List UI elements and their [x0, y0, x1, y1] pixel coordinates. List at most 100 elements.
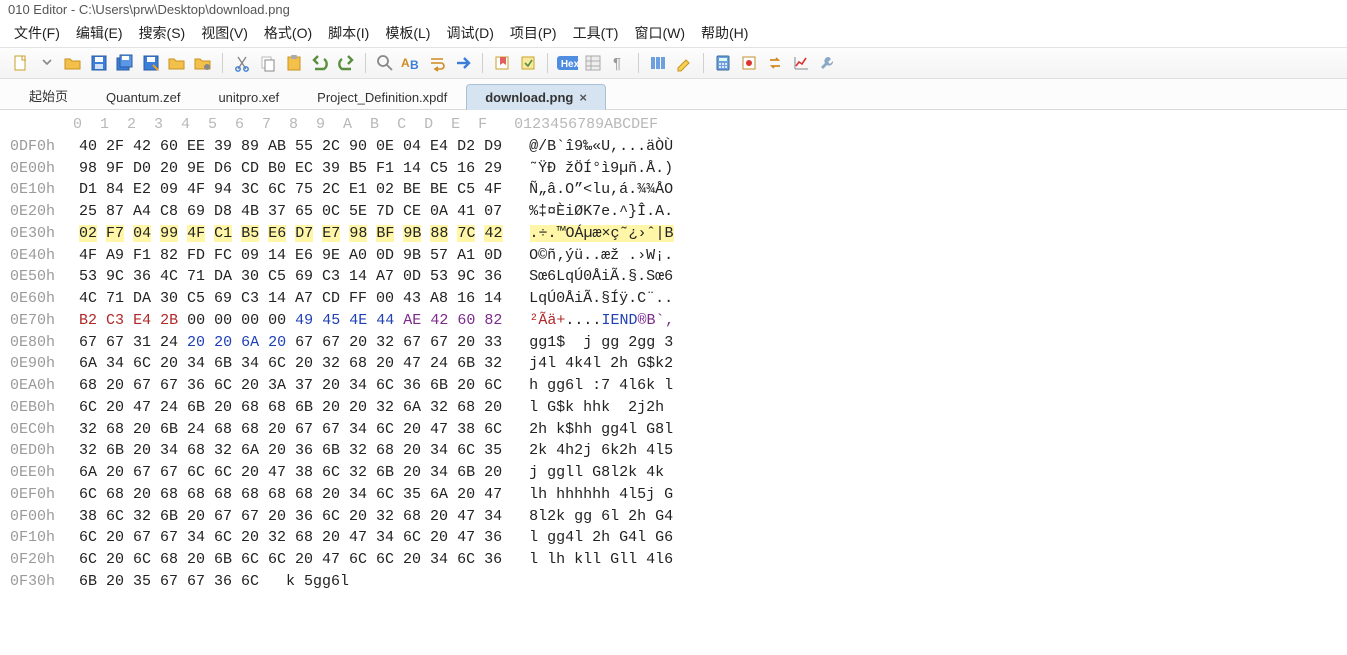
saveas-button[interactable] [140, 52, 162, 74]
tab-3[interactable]: Project_Definition.xpdf [298, 84, 466, 110]
hex-bytes[interactable]: 4F A9 F1 82 FD FC 09 14 E6 9E A0 0D 9B 5… [70, 245, 511, 267]
menu-search[interactable]: 搜索(S) [139, 23, 186, 43]
hex-ascii[interactable]: ²Ãä+....IEND®B`‚ [529, 310, 673, 332]
tab-0[interactable]: 起始页 [10, 80, 87, 110]
hex-ascii[interactable]: 8l2k gg 6l 2h G4 [529, 506, 673, 528]
hex-ascii[interactable]: lh hhhhhh 4l5j G [529, 484, 673, 506]
para-button[interactable]: ¶ [608, 52, 630, 74]
struct-button[interactable] [582, 52, 604, 74]
bookmark-button[interactable] [491, 52, 513, 74]
foldergear-button[interactable] [192, 52, 214, 74]
redo-button[interactable] [335, 52, 357, 74]
hex-ascii[interactable]: LqÚ0ÅiÃ.§Íÿ.C¨.. [529, 288, 673, 310]
findreplace-button[interactable]: AB [400, 52, 422, 74]
menu-window[interactable]: 窗口(W) [634, 23, 685, 43]
paste-button[interactable] [283, 52, 305, 74]
menu-template[interactable]: 模板(L) [385, 23, 430, 43]
tab-2[interactable]: unitpro.xef [199, 84, 298, 110]
hex-row[interactable]: 0E40h 4F A9 F1 82 FD FC 09 14 E6 9E A0 0… [10, 245, 1337, 267]
hex-row[interactable]: 0E30h 02 F7 04 99 4F C1 B5 E6 D7 E7 98 B… [10, 223, 1337, 245]
hex-bytes[interactable]: 6C 68 20 68 68 68 68 68 68 20 34 6C 35 6… [70, 484, 511, 506]
hex-row[interactable]: 0E80h 67 67 31 24 20 20 6A 20 67 67 20 3… [10, 332, 1337, 354]
hex-ascii[interactable]: ˜ŸÐ žÖÍ°ì9µñ.Å.) [529, 158, 673, 180]
menu-view[interactable]: 视图(V) [201, 23, 248, 43]
goto-button[interactable] [452, 52, 474, 74]
hex-ascii[interactable]: 2h k$hh gg4l G8l [529, 419, 673, 441]
hex-row[interactable]: 0F30h 6B 20 35 67 67 36 6C k 5gg6l [10, 571, 1337, 593]
hex-row[interactable]: 0EF0h 6C 68 20 68 68 68 68 68 68 20 34 6… [10, 484, 1337, 506]
hex-row[interactable]: 0E90h 6A 34 6C 20 34 6B 34 6C 20 32 68 2… [10, 353, 1337, 375]
hex-bytes[interactable]: B2 C3 E4 2B 00 00 00 00 49 45 4E 44 AE 4… [70, 310, 511, 332]
swap-button[interactable] [764, 52, 786, 74]
chart-button[interactable] [790, 52, 812, 74]
hex-row[interactable]: 0E70h B2 C3 E4 2B 00 00 00 00 49 45 4E 4… [10, 310, 1337, 332]
hex-row[interactable]: 0DF0h 40 2F 42 60 EE 39 89 AB 55 2C 90 0… [10, 136, 1337, 158]
hex-ascii[interactable]: j4l 4k4l 2h G$k2 [529, 353, 673, 375]
hex-row[interactable]: 0E00h 98 9F D0 20 9E D6 CD B0 EC 39 B5 F… [10, 158, 1337, 180]
hex-bytes[interactable]: 6C 20 6C 68 20 6B 6C 6C 20 47 6C 6C 20 3… [70, 549, 511, 571]
copy-button[interactable] [257, 52, 279, 74]
hex-ascii[interactable]: O©ñ‚ýü..æž .›W¡. [529, 245, 673, 267]
hex-ascii[interactable]: .÷.™OÁµæ×ç˜¿›ˆ|B [530, 223, 674, 245]
hex-ascii[interactable]: l lh kll Gll 4l6 [529, 549, 673, 571]
hex-bytes[interactable]: 6A 34 6C 20 34 6B 34 6C 20 32 68 20 47 2… [70, 353, 511, 375]
wrap-button[interactable] [426, 52, 448, 74]
hex-row[interactable]: 0EE0h 6A 20 67 67 6C 6C 20 47 38 6C 32 6… [10, 462, 1337, 484]
hex-ascii[interactable]: Sœ6LqÚ0ÅiÃ.§.Sœ6 [529, 266, 673, 288]
menu-edit[interactable]: 编辑(E) [76, 23, 123, 43]
hex-ascii[interactable]: %‡¤ÈiØK7e.^}Î.A. [529, 201, 673, 223]
new-button[interactable] [10, 52, 32, 74]
hex-button[interactable]: Hex [556, 52, 578, 74]
folder-button[interactable] [166, 52, 188, 74]
hex-ascii[interactable]: 2k 4h2j 6k2h 4l5 [529, 440, 673, 462]
hex-row[interactable]: 0EB0h 6C 20 47 24 6B 20 68 68 6B 20 20 3… [10, 397, 1337, 419]
hex-ascii[interactable]: @/B`î9‰«U,...äÒÙ [529, 136, 673, 158]
undo-button[interactable] [309, 52, 331, 74]
hex-bytes[interactable]: 4C 71 DA 30 C5 69 C3 14 A7 CD FF 00 43 A… [70, 288, 511, 310]
hex-bytes[interactable]: 6C 20 67 67 34 6C 20 32 68 20 47 34 6C 2… [70, 527, 511, 549]
bookmarknav-button[interactable] [517, 52, 539, 74]
hex-bytes[interactable]: 6A 20 67 67 6C 6C 20 47 38 6C 32 6B 20 3… [70, 462, 511, 484]
hex-bytes[interactable]: 68 20 67 67 36 6C 20 3A 37 20 34 6C 36 6… [70, 375, 511, 397]
hex-bytes[interactable]: D1 84 E2 09 4F 94 3C 6C 75 2C E1 02 BE B… [70, 179, 511, 201]
hex-bytes[interactable]: 02 F7 04 99 4F C1 B5 E6 D7 E7 98 BF 9B 8… [70, 223, 512, 245]
menu-format[interactable]: 格式(O) [264, 23, 312, 43]
hex-row[interactable]: 0F20h 6C 20 6C 68 20 6B 6C 6C 20 47 6C 6… [10, 549, 1337, 571]
calc-button[interactable] [712, 52, 734, 74]
find-button[interactable] [374, 52, 396, 74]
hex-bytes[interactable]: 6C 20 47 24 6B 20 68 68 6B 20 20 32 6A 3… [70, 397, 511, 419]
hex-bytes[interactable]: 67 67 31 24 20 20 6A 20 67 67 20 32 67 6… [70, 332, 511, 354]
hex-view[interactable]: 0 1 2 3 4 5 6 7 8 9 A B C D E F 01234567… [0, 110, 1347, 603]
hex-ascii[interactable]: Ñ„â.O”<lu,á.¾¾ÅO [529, 179, 673, 201]
menu-tools[interactable]: 工具(T) [573, 23, 619, 43]
tab-4[interactable]: download.png× [466, 84, 606, 110]
hex-bytes[interactable]: 53 9C 36 4C 71 DA 30 C5 69 C3 14 A7 0D 5… [70, 266, 511, 288]
highlight-button[interactable] [673, 52, 695, 74]
save-button[interactable] [88, 52, 110, 74]
hex-row[interactable]: 0E50h 53 9C 36 4C 71 DA 30 C5 69 C3 14 A… [10, 266, 1337, 288]
tab-close-icon[interactable]: × [579, 90, 587, 105]
hex-bytes[interactable]: 32 6B 20 34 68 32 6A 20 36 6B 32 68 20 3… [70, 440, 511, 462]
menu-help[interactable]: 帮助(H) [701, 23, 748, 43]
columns-button[interactable] [647, 52, 669, 74]
hex-row[interactable]: 0EC0h 32 68 20 6B 24 68 68 20 67 67 34 6… [10, 419, 1337, 441]
tab-1[interactable]: Quantum.zef [87, 84, 199, 110]
saveall-button[interactable] [114, 52, 136, 74]
hex-ascii[interactable]: l G$k hhk 2j2h [529, 397, 673, 419]
hex-ascii[interactable]: l gg4l 2h G4l G6 [529, 527, 673, 549]
open-button[interactable] [62, 52, 84, 74]
hex-bytes[interactable]: 40 2F 42 60 EE 39 89 AB 55 2C 90 0E 04 E… [70, 136, 511, 158]
hex-bytes[interactable]: 6B 20 35 67 67 36 6C [70, 571, 268, 593]
hex-row[interactable]: 0E20h 25 87 A4 C8 69 D8 4B 37 65 0C 5E 7… [10, 201, 1337, 223]
menu-project[interactable]: 项目(P) [510, 23, 557, 43]
hex-ascii[interactable]: gg1$ j gg 2gg 3 [529, 332, 673, 354]
hex-row[interactable]: 0E60h 4C 71 DA 30 C5 69 C3 14 A7 CD FF 0… [10, 288, 1337, 310]
menu-script[interactable]: 脚本(I) [328, 23, 369, 43]
chevron-button[interactable] [36, 52, 58, 74]
hex-bytes[interactable]: 32 68 20 6B 24 68 68 20 67 67 34 6C 20 4… [70, 419, 511, 441]
hex-bytes[interactable]: 38 6C 32 6B 20 67 67 20 36 6C 20 32 68 2… [70, 506, 511, 528]
tools-button[interactable] [816, 52, 838, 74]
record-button[interactable] [738, 52, 760, 74]
hex-row[interactable]: 0ED0h 32 6B 20 34 68 32 6A 20 36 6B 32 6… [10, 440, 1337, 462]
cut-button[interactable] [231, 52, 253, 74]
